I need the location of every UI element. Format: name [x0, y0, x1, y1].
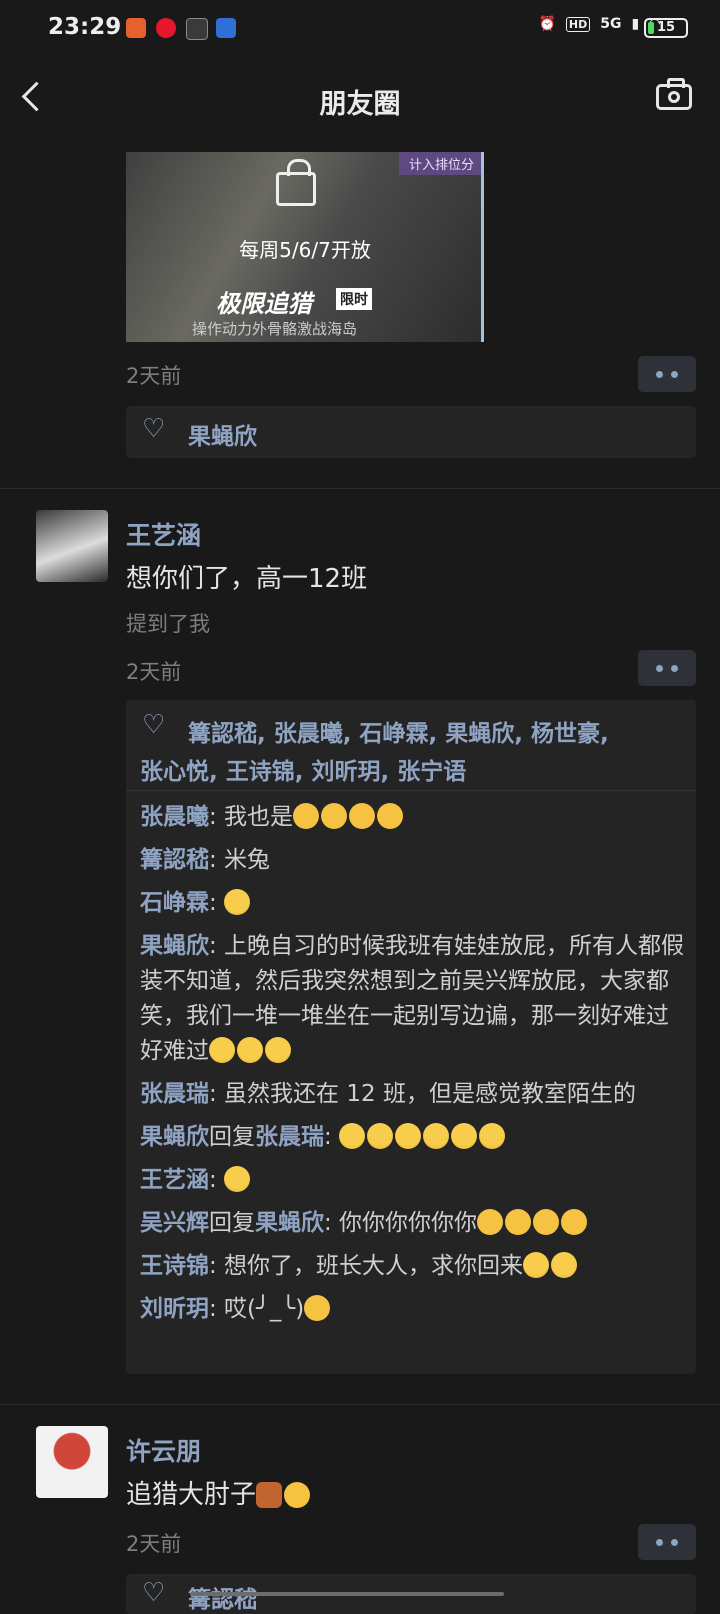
more-actions-button[interactable] — [638, 356, 696, 392]
more-actions-button[interactable] — [638, 1524, 696, 1560]
status-time: 23:29 — [48, 14, 122, 40]
comment-item[interactable]: 果蝇欣: 上晚自习的时候我班有娃娃放屁，所有人都假装不知道，然后我突然想到之前吴… — [140, 929, 690, 1069]
holding-tears-emoji-icon — [423, 1123, 450, 1149]
comment-item[interactable]: 篝認嵇: 米兔 — [140, 843, 690, 878]
likes-names[interactable]: 篝認嵇 — [188, 1580, 257, 1614]
alarm-icon: ⏰ — [538, 16, 556, 32]
comment-item[interactable]: 吴兴辉回复果蝇欣: 你你你你你你 — [140, 1206, 690, 1241]
weibo-icon — [156, 18, 176, 38]
post-time: 2天前 — [126, 660, 182, 684]
comment-divider — [126, 790, 696, 791]
post-text: 追猎大肘子 — [126, 1474, 312, 1511]
likes-names-line2[interactable]: 张心悦, 王诗锦, 刘昕玥, 张宁语 — [140, 752, 466, 786]
holding-tears-emoji-icon — [209, 1037, 235, 1063]
smile-emoji-icon — [505, 1209, 532, 1235]
image-badge: 限时 — [336, 288, 372, 310]
comment-item[interactable]: 石峥霖: — [140, 886, 690, 921]
meat-emoji-icon — [256, 1482, 283, 1508]
holding-tears-emoji-icon — [224, 889, 251, 915]
avatar[interactable] — [36, 1426, 108, 1498]
more-actions-button[interactable] — [638, 650, 696, 686]
heart-icon: ♡ — [142, 1578, 166, 1608]
comment-item[interactable]: 王诗锦: 想你了，班长大人，求你回来 — [140, 1249, 690, 1284]
image-line1: 每周5/6/7开放 — [239, 238, 371, 262]
signal-icon: ▮ — [631, 16, 640, 32]
post-time: 2天前 — [126, 1532, 182, 1556]
image-line3: 操作动力外骨骼激战海岛 — [192, 320, 358, 338]
network-label: 5G — [600, 16, 622, 32]
loudly-crying-emoji-icon — [523, 1252, 550, 1278]
holding-tears-emoji-icon — [339, 1123, 366, 1149]
smile-emoji-icon — [533, 1209, 560, 1235]
image-line2: 极限追猎 — [216, 290, 312, 318]
sad-emoji-icon — [349, 803, 376, 829]
top-nav-bar: 朋友圈 — [0, 58, 720, 140]
holding-tears-emoji-icon — [451, 1123, 478, 1149]
sad-emoji-icon — [293, 803, 320, 829]
holding-tears-emoji-icon — [237, 1037, 263, 1063]
likes-names-line1[interactable]: 篝認嵇, 张晨曦, 石峥霖, 果蝇欣, 杨世豪, — [188, 714, 609, 748]
divider — [0, 1404, 720, 1405]
camera-icon[interactable] — [656, 78, 692, 110]
status-indicators: ⏰ HD 5G ▮ ◠ — [538, 16, 660, 32]
avatar[interactable] — [36, 510, 108, 582]
comment-item[interactable]: 刘昕玥: 哎(╯_╰) — [140, 1292, 690, 1327]
image-tag: 计入排位分 — [398, 152, 484, 175]
post-time: 2天前 — [126, 364, 182, 388]
battery-icon: 15 — [644, 18, 688, 38]
app-icon — [186, 18, 208, 40]
holding-tears-emoji-icon — [479, 1123, 506, 1149]
sad-emoji-icon — [321, 803, 348, 829]
loudly-crying-emoji-icon — [551, 1252, 578, 1278]
thinking-emoji-icon — [284, 1482, 311, 1508]
home-indicator — [190, 1592, 504, 1596]
hd-icon: HD — [565, 16, 591, 32]
likes-box: ♡ 果蝇欣 — [126, 406, 696, 458]
sigh-emoji-icon — [304, 1295, 331, 1321]
post-text: 想你们了，高一12班 — [126, 564, 368, 594]
divider — [0, 488, 720, 489]
post-username[interactable]: 许云朋 — [126, 1432, 201, 1468]
likes-names[interactable]: 果蝇欣 — [188, 417, 257, 451]
post-image[interactable]: 计入排位分 每周5/6/7开放 极限追猎 限时 操作动力外骨骼激战海岛 — [126, 152, 484, 342]
heart-icon: ♡ — [142, 414, 166, 444]
smile-emoji-icon — [477, 1209, 504, 1235]
comment-item[interactable]: 王艺涵: — [140, 1163, 690, 1198]
baidu-icon — [216, 18, 236, 38]
holding-tears-emoji-icon — [367, 1123, 394, 1149]
holding-tears-emoji-icon — [395, 1123, 422, 1149]
page-title: 朋友圈 — [319, 89, 401, 120]
holding-tears-emoji-icon — [265, 1037, 291, 1063]
loudly-crying-emoji-icon — [224, 1166, 251, 1192]
comment-item[interactable]: 张晨瑞: 虽然我还在 12 班，但是感觉教室陌生的 — [140, 1077, 690, 1112]
app-notification-icon — [126, 18, 146, 38]
lock-icon — [276, 159, 316, 206]
comment-item[interactable]: 果蝇欣回复张晨瑞: — [140, 1120, 690, 1155]
smile-emoji-icon — [561, 1209, 588, 1235]
status-bar: 23:29 ⏰ HD 5G ▮ ◠ 15 — [0, 0, 720, 58]
battery-level: 15 — [656, 20, 676, 35]
comment-list: 张晨曦: 我也是 篝認嵇: 米兔 石峥霖: 果蝇欣: 上晚自习的时候我班有娃娃放… — [140, 800, 690, 1327]
sad-emoji-icon — [377, 803, 404, 829]
mention-label: 提到了我 — [126, 612, 210, 636]
heart-icon: ♡ — [142, 710, 166, 740]
comment-item[interactable]: 张晨曦: 我也是 — [140, 800, 690, 835]
post-username[interactable]: 王艺涵 — [126, 516, 201, 552]
